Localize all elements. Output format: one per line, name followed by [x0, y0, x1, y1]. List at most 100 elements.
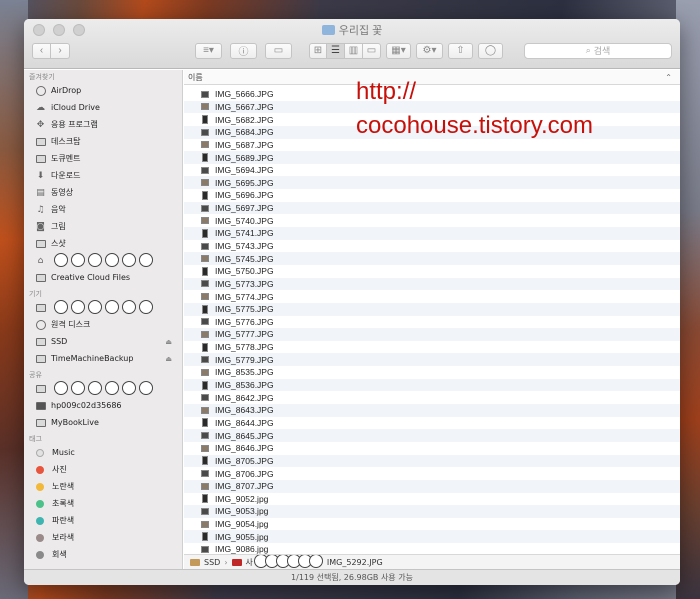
path-folder[interactable]: 사: [246, 557, 253, 568]
file-name: IMG_8643.JPG: [215, 405, 274, 416]
file-row[interactable]: IMG_8645.JPG: [184, 429, 680, 442]
sidebar-item-desktop[interactable]: 데스크탑: [24, 133, 182, 150]
file-row[interactable]: IMG_5743.JPG: [184, 240, 680, 253]
forward-button[interactable]: ›: [51, 42, 70, 59]
sidebar-item-downloads[interactable]: ⬇ 다운로드: [24, 167, 182, 184]
file-row[interactable]: IMG_5750.JPG: [184, 265, 680, 278]
status-bar: 1/119 선택됨, 26.98GB 사용 가능: [24, 569, 680, 585]
sidebar-item-label: 그림: [51, 222, 66, 231]
file-name: IMG_5667.JPG: [215, 101, 274, 112]
sort-caret-icon: ⌃: [665, 72, 672, 82]
file-row[interactable]: IMG_5775.JPG: [184, 302, 680, 316]
sidebar-item-remote-disc[interactable]: 원격 디스크: [24, 316, 182, 333]
file-row[interactable]: IMG_5696.JPG: [184, 189, 680, 202]
eject-icon[interactable]: ⏏: [165, 338, 172, 346]
sidebar-item-icloud[interactable]: ☁ iCloud Drive: [24, 99, 182, 116]
path-file[interactable]: IMG_5292.JPG: [327, 558, 383, 567]
file-row[interactable]: IMG_9055.jpg: [184, 530, 680, 544]
file-row[interactable]: IMG_8643.JPG: [184, 404, 680, 417]
group-button[interactable]: ▦▾: [386, 42, 411, 59]
file-row[interactable]: IMG_5776.JPG: [184, 316, 680, 329]
file-row[interactable]: IMG_9052.jpg: [184, 493, 680, 506]
sidebar-item-creative-cloud[interactable]: Creative Cloud Files: [24, 269, 182, 286]
sidebar-item-label: 초록색: [52, 499, 75, 508]
file-row[interactable]: IMG_5689.JPG: [184, 151, 680, 164]
sidebar-item-airdrop[interactable]: AirDrop: [24, 82, 182, 99]
file-row[interactable]: IMG_5741.JPG: [184, 227, 680, 240]
file-row[interactable]: IMG_5745.JPG: [184, 252, 680, 265]
file-name: IMG_5694.JPG: [215, 165, 274, 176]
sidebar-item-movies[interactable]: ▤ 동영상: [24, 184, 182, 201]
sidebar-tag-photos[interactable]: 사진: [24, 461, 182, 478]
file-row[interactable]: IMG_8706.JPG: [184, 467, 680, 480]
file-row[interactable]: IMG_8642.JPG: [184, 391, 680, 404]
sidebar-tag-gray[interactable]: 회색: [24, 546, 182, 563]
action-button[interactable]: ⚙▾: [416, 42, 443, 59]
sidebar-item-documents[interactable]: 도큐멘트: [24, 150, 182, 167]
window-title-text: 우리집 꽃: [338, 25, 383, 37]
sidebar-tag-green[interactable]: 초록색: [24, 495, 182, 512]
file-row[interactable]: IMG_5774.JPG: [184, 290, 680, 303]
sidebar-tag-purple[interactable]: 보라색: [24, 529, 182, 546]
sidebar-item-applications[interactable]: ✥ 응용 프로그램: [24, 116, 182, 133]
file-row[interactable]: IMG_5740.JPG: [184, 214, 680, 227]
file-row[interactable]: IMG_8644.JPG: [184, 417, 680, 430]
image-thumbnail-icon: [201, 444, 209, 452]
image-thumbnail-icon: [201, 280, 209, 288]
file-row[interactable]: IMG_5697.JPG: [184, 201, 680, 215]
cover-flow-button[interactable]: ▭: [363, 42, 381, 59]
file-row[interactable]: IMG_9054.jpg: [184, 518, 680, 531]
favorites-header: 즐겨찾기: [29, 73, 55, 81]
file-row[interactable]: IMG_5694.JPG: [184, 164, 680, 177]
arrange-icon: ≡▾: [203, 45, 214, 56]
sidebar-item-computer[interactable]: [24, 299, 182, 316]
share-button[interactable]: ⇧: [448, 42, 473, 59]
sidebar-item-label: Creative Cloud Files: [51, 273, 131, 282]
file-row[interactable]: IMG_5773.JPG: [184, 277, 680, 291]
file-row[interactable]: IMG_8646.JPG: [184, 442, 680, 455]
file-row[interactable]: IMG_5777.JPG: [184, 328, 680, 341]
file-row[interactable]: IMG_5695.JPG: [184, 176, 680, 190]
sidebar-item-music[interactable]: ♫ 음악: [24, 201, 182, 218]
sidebar-tag-yellow[interactable]: 노란색: [24, 478, 182, 495]
image-thumbnail-icon: [201, 507, 209, 515]
sidebar-tag-blue[interactable]: 파란색: [24, 512, 182, 529]
back-button[interactable]: ‹: [32, 42, 51, 59]
path-drive[interactable]: SSD: [204, 558, 220, 567]
sidebar-item-screenshots[interactable]: 스샷: [24, 235, 182, 252]
icon-view-button[interactable]: ⊞: [309, 42, 327, 59]
file-name: IMG_8536.JPG: [215, 380, 274, 391]
image-thumbnail-icon: [201, 470, 209, 478]
sidebar-item-mybooklive[interactable]: MyBookLive: [24, 414, 182, 431]
get-info-button[interactable]: ⓘ: [230, 42, 257, 59]
list-view-button[interactable]: ☰: [327, 42, 345, 59]
sidebar-tag-music[interactable]: Music: [24, 444, 182, 461]
file-name: IMG_5777.JPG: [215, 329, 274, 340]
arrange-button[interactable]: ≡▾: [195, 42, 222, 59]
image-thumbnail-icon: [201, 179, 209, 187]
sidebar-item-pictures[interactable]: ◙ 그림: [24, 218, 182, 235]
sidebar-item-timemachine[interactable]: TimeMachineBackup ⏏: [24, 350, 182, 367]
image-thumbnail-icon: [202, 115, 208, 125]
eject-icon[interactable]: ⏏: [165, 355, 172, 363]
sidebar-item-ssd[interactable]: SSD ⏏: [24, 333, 182, 350]
tag-dot-icon: [36, 550, 44, 559]
sidebar-item-network[interactable]: [24, 380, 182, 397]
file-row[interactable]: IMG_8536.JPG: [184, 378, 680, 392]
watermark: http:// cocohouse.tistory.com: [356, 75, 593, 143]
column-view-button[interactable]: ▥: [345, 42, 363, 59]
file-row[interactable]: IMG_8705.JPG: [184, 454, 680, 468]
file-row[interactable]: IMG_8535.JPG: [184, 366, 680, 379]
file-row[interactable]: IMG_9053.jpg: [184, 505, 680, 518]
file-row[interactable]: IMG_5778.JPG: [184, 341, 680, 354]
search-field[interactable]: ⌕ 검색: [524, 42, 672, 59]
grid-icon: ⊞: [313, 45, 323, 56]
new-folder-button[interactable]: ▭: [265, 42, 292, 59]
tags-button[interactable]: ◯: [478, 42, 503, 59]
file-row[interactable]: IMG_5779.JPG: [184, 353, 680, 367]
redacted-name: [51, 252, 153, 269]
file-name: IMG_8646.JPG: [215, 443, 274, 454]
file-row[interactable]: IMG_8707.JPG: [184, 479, 680, 493]
sidebar-item-home[interactable]: ⌂: [24, 252, 182, 269]
sidebar-item-hp[interactable]: hp009c02d35686: [24, 397, 182, 414]
